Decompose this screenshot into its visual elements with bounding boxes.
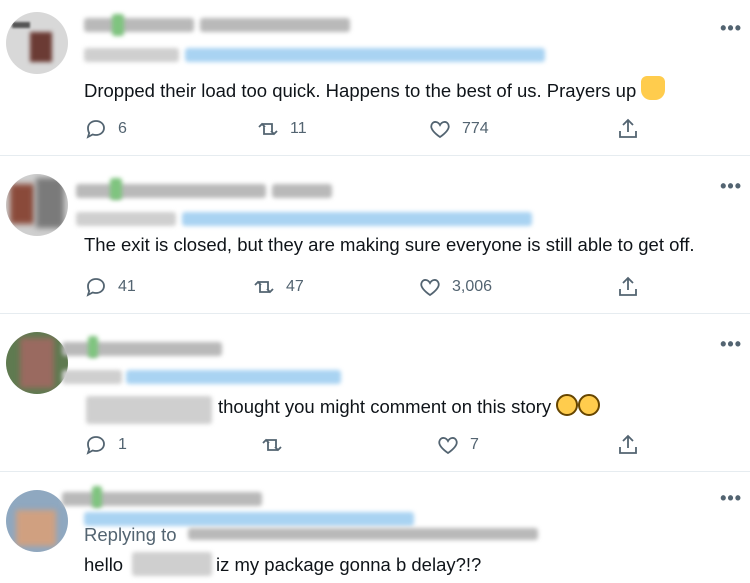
retweet-button[interactable]: 11: [256, 114, 307, 144]
mention-redacted: [132, 552, 212, 576]
avatar[interactable]: [6, 12, 68, 74]
handle-redacted: [272, 184, 332, 198]
like-button[interactable]: 3,006: [418, 272, 492, 302]
like-button[interactable]: 774: [428, 114, 489, 144]
tweet-4[interactable]: ••• Replying to hello iz my package gonn…: [0, 472, 750, 583]
folded-hands-icon: [641, 76, 666, 100]
username-redacted: [76, 184, 266, 198]
tweet-actions: 6 11 774: [84, 114, 644, 144]
more-icon[interactable]: •••: [720, 176, 742, 197]
reply-context-redacted: [76, 212, 176, 226]
more-icon[interactable]: •••: [720, 334, 742, 355]
tweet-text-start: hello: [84, 554, 124, 575]
laughing-emoji-icon: [578, 394, 601, 416]
reply-icon: [86, 120, 105, 139]
replying-to-handles-redacted: [188, 528, 538, 540]
retweet-icon: [262, 438, 282, 452]
reply-mentions-redacted: [185, 48, 545, 62]
reply-context-redacted: [62, 370, 122, 384]
tweet-text: The exit is closed, but they are making …: [84, 234, 695, 255]
avatar[interactable]: [6, 174, 68, 236]
username-redacted: [84, 18, 194, 32]
reply-context-redacted: [84, 48, 179, 62]
reply-button[interactable]: 1: [84, 430, 127, 460]
replying-to-label: Replying to: [84, 524, 177, 545]
reply-icon: [86, 278, 105, 297]
like-icon: [430, 121, 450, 139]
mention-redacted: [86, 396, 212, 424]
badge-redacted: [110, 178, 122, 200]
like-icon: [420, 279, 440, 297]
avatar[interactable]: [6, 490, 68, 552]
reply-mentions-redacted: [182, 212, 532, 226]
badge-redacted: [112, 14, 124, 36]
share-button[interactable]: [616, 114, 640, 144]
retweet-icon: [258, 122, 278, 136]
badge-redacted: [88, 336, 98, 358]
share-icon: [619, 276, 637, 296]
reply-icon: [86, 436, 105, 455]
tweet-2[interactable]: ••• The exit is closed, but they are mak…: [0, 156, 750, 314]
avatar[interactable]: [6, 332, 68, 394]
tweet-text: thought you might comment on this story: [218, 394, 601, 418]
reply-button[interactable]: 41: [84, 272, 136, 302]
tweet-text: Dropped their load too quick. Happens to…: [84, 76, 666, 102]
username-redacted: [62, 342, 222, 356]
share-button[interactable]: [616, 272, 640, 302]
more-icon[interactable]: •••: [720, 488, 742, 509]
handle-redacted: [200, 18, 350, 32]
more-icon[interactable]: •••: [720, 18, 742, 39]
tweet-3[interactable]: ••• thought you might comment on this st…: [0, 314, 750, 472]
tweet-actions: 1 7: [84, 430, 644, 460]
reply-mentions-redacted: [126, 370, 341, 384]
retweet-button[interactable]: 47: [252, 272, 304, 302]
laughing-emoji-icon: [556, 394, 579, 416]
tweet-1[interactable]: ••• Dropped their load too quick. Happen…: [0, 0, 750, 156]
like-button[interactable]: 7: [436, 430, 479, 460]
tweet-text-end: iz my package gonna b delay?!?: [216, 554, 482, 575]
share-icon: [619, 118, 637, 138]
share-icon: [619, 434, 637, 454]
tweet-actions: 41 47 3,006: [84, 272, 644, 302]
badge-redacted: [92, 486, 102, 508]
retweet-button[interactable]: [260, 430, 294, 460]
reply-button[interactable]: 6: [84, 114, 127, 144]
share-button[interactable]: [616, 430, 640, 460]
retweet-icon: [254, 280, 274, 294]
like-icon: [438, 437, 458, 455]
